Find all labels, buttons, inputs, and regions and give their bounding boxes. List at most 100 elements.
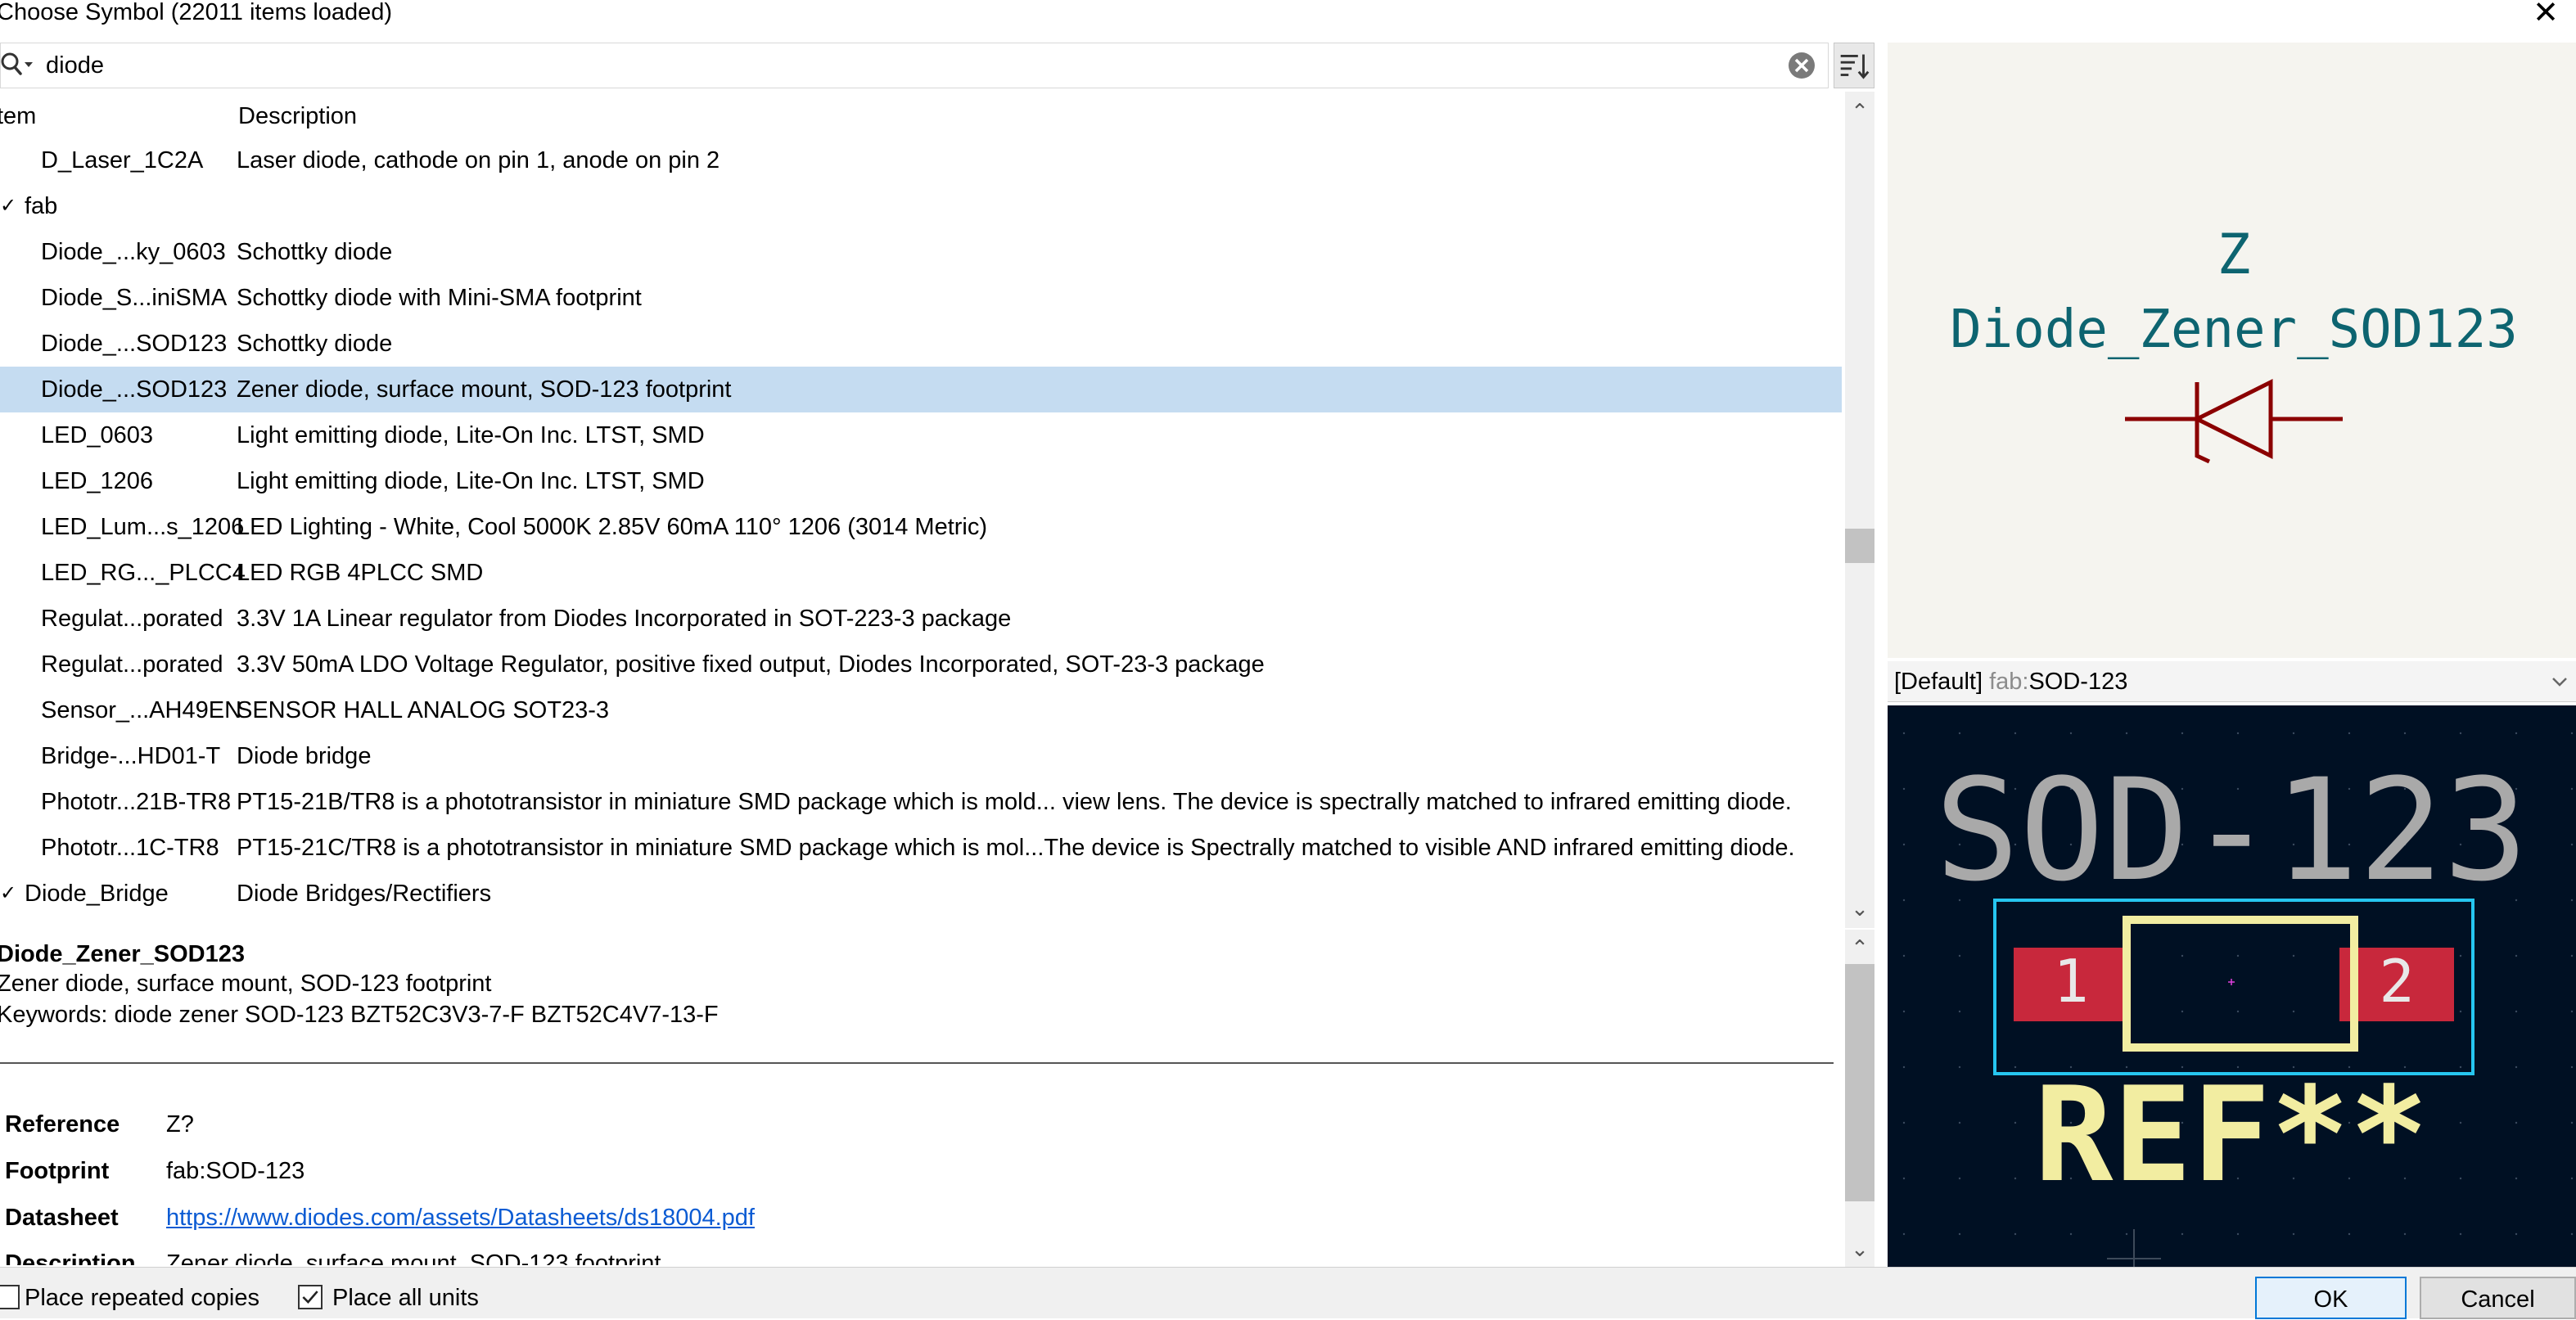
- ok-button[interactable]: OK: [2255, 1277, 2407, 1319]
- symbol-name: Regulat...porated: [41, 651, 223, 678]
- details-keywords: Keywords: diode zener SOD-123 BZT52C3V3-…: [0, 1002, 719, 1028]
- library-row[interactable]: ✓ fab: [0, 183, 1842, 229]
- expand-chevron-icon[interactable]: ✓: [0, 183, 16, 229]
- table-row[interactable]: Diode_S...iniSMA Schottky diode with Mini…: [0, 275, 1842, 321]
- datasheet-link[interactable]: https://www.diodes.com/assets/Datasheets…: [166, 1205, 755, 1231]
- symbol-name: Diode_...SOD123: [41, 331, 228, 357]
- symbol-name: LED_Lum...s_1206: [41, 514, 245, 540]
- symbol-description: Schottky diode with Mini-SMA footprint: [237, 285, 642, 311]
- symbol-description: Schottky diode: [237, 331, 393, 357]
- table-row[interactable]: D_Laser_1C2A Laser diode, cathode on pin …: [0, 137, 1842, 183]
- table-row[interactable]: Diode_...SOD123 Zener diode, surface moun…: [0, 367, 1842, 412]
- symbol-description: SENSOR HALL ANALOG SOT23-3: [237, 697, 610, 723]
- table-row[interactable]: Regulat...porated 3.3V 1A Linear regulato…: [0, 596, 1842, 642]
- symbol-description: LED RGB 4PLCC SMD: [237, 560, 484, 586]
- symbol-name: Phototr...1C-TR8: [41, 835, 219, 861]
- table-row[interactable]: Diode_...ky_0603 Schottky diode: [0, 229, 1842, 275]
- table-row[interactable]: Bridge-...HD01-T Diode bridge: [0, 733, 1842, 779]
- tree-scroll-thumb[interactable]: [1845, 529, 1874, 563]
- cancel-button[interactable]: Cancel: [2420, 1277, 2576, 1319]
- symbol-description: 3.3V 1A Linear regulator from Diodes Inc…: [237, 606, 1012, 632]
- zener-diode-symbol: [2125, 378, 2343, 464]
- symbol-description: Diode Bridges/Rectifiers: [237, 881, 492, 907]
- scroll-up-icon[interactable]: ⌃: [1845, 97, 1874, 126]
- symbol-name: Diode_...ky_0603: [41, 239, 226, 265]
- symbol-description: PT15-21C/TR8 is a phototransistor in min…: [237, 835, 1795, 861]
- sort-icon: [1840, 54, 1870, 79]
- symbol-description: PT15-21B/TR8 is a phototransistor in min…: [237, 789, 1792, 815]
- table-row[interactable]: LED_1206 Light emitting diode, Lite-On In…: [0, 458, 1842, 504]
- library-name: Diode_Bridge: [25, 881, 169, 907]
- footprint-fab-outline: [2123, 916, 2358, 1052]
- symbol-description: Diode bridge: [237, 743, 372, 769]
- place-all-units-label[interactable]: Place all units: [332, 1282, 479, 1314]
- window-title: Choose Symbol (22011 items loaded): [0, 0, 393, 25]
- search-icon[interactable]: [0, 51, 36, 80]
- details-divider: [0, 1062, 1834, 1064]
- symbol-name: LED_1206: [41, 468, 154, 494]
- field-value-description: Zener diode, surface mount, SOD-123 foot…: [166, 1250, 661, 1265]
- pad-2-number: 2: [2379, 947, 2414, 1016]
- table-row[interactable]: LED_0603 Light emitting diode, Lite-On In…: [0, 412, 1842, 458]
- symbol-preview[interactable]: Z Diode_Zener_SOD123: [1888, 43, 2576, 658]
- symbol-description: Zener diode, surface mount, SOD-123 foot…: [237, 376, 732, 403]
- footprint-preview[interactable]: SOD-123 1 2 REF**: [1888, 705, 2576, 1268]
- symbol-name: Bridge-...HD01-T: [41, 743, 221, 769]
- symbol-description: LED Lighting - White, Cool 5000K 2.85V 6…: [237, 514, 988, 540]
- footprint-select-value[interactable]: [Default] fab:SOD-123: [1894, 665, 2127, 699]
- symbol-name: Sensor_...AH49EN: [41, 697, 242, 723]
- footprint-select-prefix: [Default]: [1894, 669, 1983, 695]
- footprint-select-name: SOD-123: [2028, 669, 2128, 695]
- details-scroll-thumb[interactable]: [1845, 964, 1874, 1201]
- close-icon[interactable]: ✕: [2528, 0, 2564, 29]
- library-name: fab: [25, 193, 58, 219]
- symbol-name: Regulat...porated: [41, 606, 223, 632]
- table-row[interactable]: Phototr...1C-TR8 PT15-21C/TR8 is a photot…: [0, 825, 1842, 871]
- footprint-select-library: fab:: [1989, 669, 2029, 695]
- symbol-value: Diode_Zener_SOD123: [1950, 300, 2518, 360]
- field-value-reference: Z?: [166, 1111, 194, 1138]
- symbol-description: Light emitting diode, Lite-On Inc. LTST,…: [237, 468, 705, 494]
- chevron-down-icon[interactable]: [2547, 669, 2572, 694]
- expand-chevron-icon[interactable]: ✓: [0, 871, 16, 917]
- details-scroll-down-icon[interactable]: ⌄: [1845, 1234, 1874, 1264]
- place-repeated-label[interactable]: Place repeated copies: [25, 1282, 259, 1314]
- symbol-description: Light emitting diode, Lite-On Inc. LTST,…: [237, 422, 705, 448]
- sort-button[interactable]: [1834, 43, 1874, 88]
- symbol-name: LED_RG..._PLCC4: [41, 560, 246, 586]
- library-row[interactable]: ✓ Diode_Bridge Diode Bridges/Rectifiers: [0, 871, 1842, 917]
- table-row[interactable]: Diode_...SOD123 Schottky diode: [0, 321, 1842, 367]
- footprint-reference-text: REF**: [2034, 1058, 2429, 1211]
- place-all-units-checkbox[interactable]: [298, 1285, 323, 1309]
- symbol-description: 3.3V 50mA LDO Voltage Regulator, positiv…: [237, 651, 1265, 678]
- details-title: Diode_Zener_SOD123: [0, 941, 246, 967]
- tree-rows: D_Laser_1C2A Laser diode, cathode on pin …: [0, 137, 1842, 917]
- column-header-item[interactable]: tem: [0, 100, 36, 133]
- symbol-description: Schottky diode: [237, 239, 393, 265]
- search-input[interactable]: [46, 47, 1765, 83]
- clear-search-icon[interactable]: [1787, 51, 1816, 80]
- scroll-down-icon[interactable]: ⌄: [1845, 894, 1874, 923]
- field-value-footprint: fab:SOD-123: [166, 1158, 305, 1184]
- table-row[interactable]: Sensor_...AH49EN SENSOR HALL ANALOG SOT23…: [0, 687, 1842, 733]
- details-description: Zener diode, surface mount, SOD-123 foot…: [0, 971, 492, 997]
- field-label-reference: Reference: [5, 1111, 120, 1138]
- table-row[interactable]: LED_Lum...s_1206 LED Lighting - White, Co…: [0, 504, 1842, 550]
- field-label-footprint: Footprint: [5, 1158, 110, 1184]
- column-header-description[interactable]: Description: [238, 100, 357, 133]
- footprint-origin-marker: [2228, 979, 2235, 985]
- details-scroll-up-icon[interactable]: ⌃: [1845, 933, 1874, 962]
- table-row[interactable]: Regulat...porated 3.3V 50mA LDO Voltage R…: [0, 642, 1842, 687]
- table-row[interactable]: LED_RG..._PLCC4 LED RGB 4PLCC SMD: [0, 550, 1842, 596]
- symbol-description: Laser diode, cathode on pin 1, anode on …: [237, 147, 720, 173]
- place-repeated-checkbox[interactable]: [0, 1285, 20, 1309]
- details-scrollbar[interactable]: ⌃ ⌄: [1845, 930, 1874, 1267]
- table-row[interactable]: Phototr...21B-TR8 PT15-21B/TR8 is a photo…: [0, 779, 1842, 825]
- symbol-reference: Z: [2217, 223, 2251, 287]
- symbol-name: Diode_S...iniSMA: [41, 285, 228, 311]
- tree-scrollbar[interactable]: ⌃ ⌄: [1845, 92, 1874, 928]
- footprint-value-text: SOD-123: [1935, 748, 2529, 912]
- pad-1-number: 1: [2053, 947, 2088, 1016]
- symbol-name: Phototr...21B-TR8: [41, 789, 232, 815]
- checkmark-icon: [300, 1291, 321, 1311]
